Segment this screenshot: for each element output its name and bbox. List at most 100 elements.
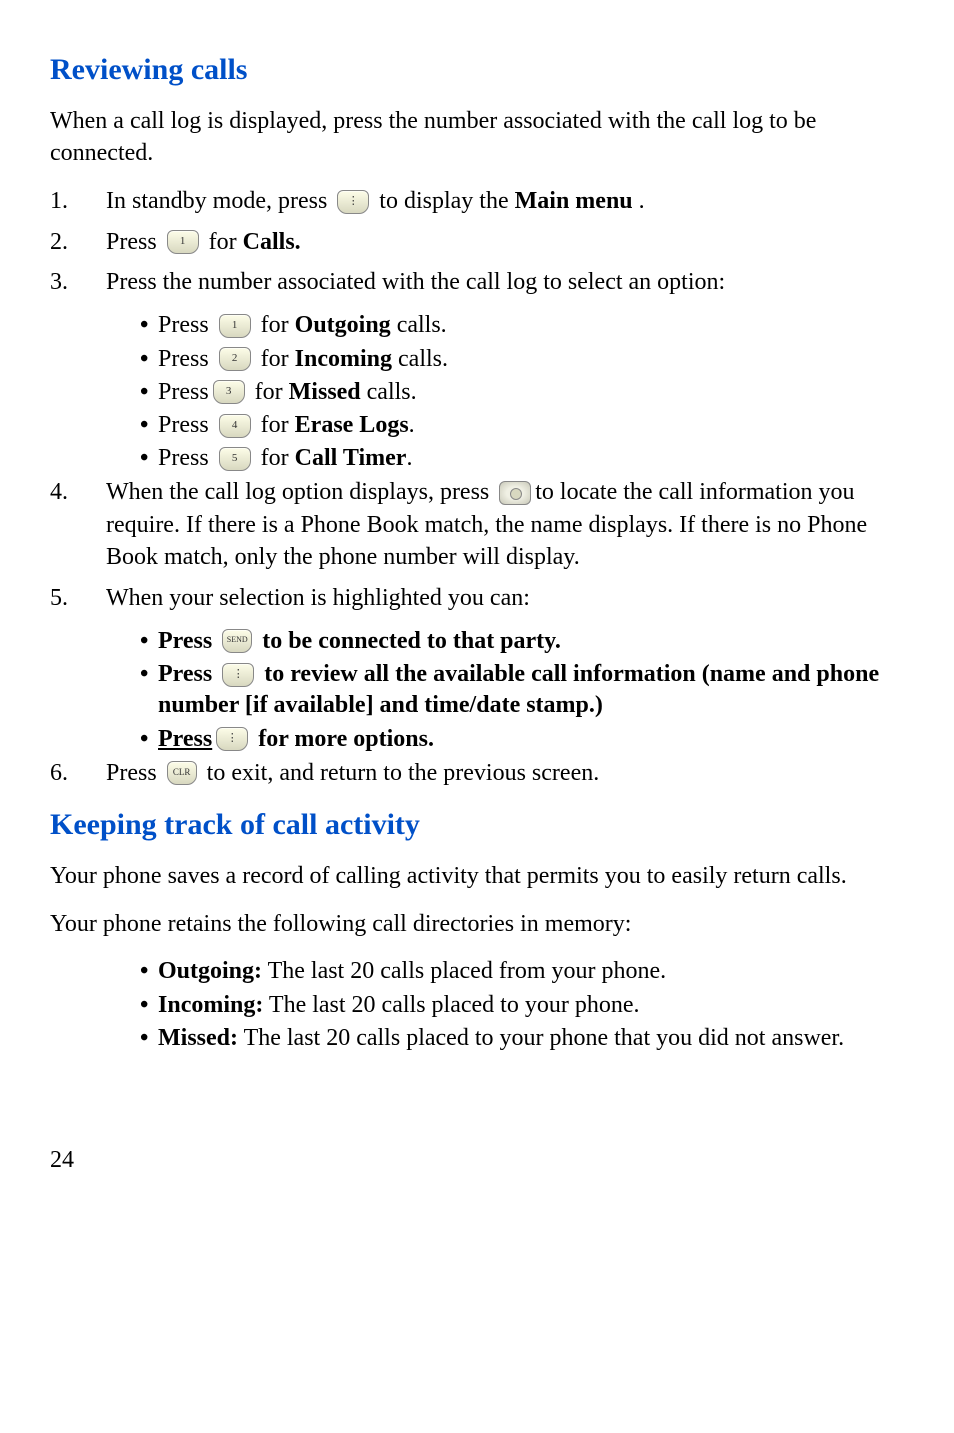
step-number: 4. xyxy=(50,476,106,508)
label: Outgoing: xyxy=(158,958,262,984)
text: for xyxy=(255,312,295,338)
text: to exit, and return to the previous scre… xyxy=(201,760,600,786)
directory-incoming: • Incoming: The last 20 calls placed to … xyxy=(140,990,914,1021)
step-number: 1. xyxy=(50,185,106,217)
heading-keeping-track: Keeping track of call activity xyxy=(50,805,914,846)
paragraph: Your phone saves a record of calling act… xyxy=(50,860,914,892)
directories-list: • Outgoing: The last 20 calls placed fro… xyxy=(140,956,914,1054)
directory-missed: • Missed: The last 20 calls placed to yo… xyxy=(140,1023,914,1054)
step-number: 2. xyxy=(50,226,106,258)
label: Missed xyxy=(289,379,361,405)
steps-list-end: 6. Press CLR to exit, and return to the … xyxy=(50,757,914,789)
step-number: 3. xyxy=(50,266,106,298)
key-4-icon: 4 xyxy=(219,414,251,438)
text: Press xyxy=(158,346,215,372)
bullet-icon: • xyxy=(140,956,158,987)
text: for xyxy=(249,379,289,405)
step-6: 6. Press CLR to exit, and return to the … xyxy=(50,757,914,789)
step5-options: • Press SEND to be connected to that par… xyxy=(140,626,914,755)
text: to review all the available call informa… xyxy=(158,661,879,718)
text: for xyxy=(255,412,295,438)
option-more: • Press⋮ for more options. xyxy=(140,724,914,755)
option-outgoing: • Press 1 for Outgoing calls. xyxy=(140,310,914,341)
key-2-icon: 2 xyxy=(219,347,251,371)
key-3-icon: 3 xyxy=(213,380,245,404)
text: Press xyxy=(158,628,218,654)
bullet-icon: • xyxy=(140,724,158,755)
steps-list: 1. In standby mode, press ⋮ to display t… xyxy=(50,185,914,298)
step-5: 5. When your selection is highlighted yo… xyxy=(50,582,914,614)
heading-reviewing-calls: Reviewing calls xyxy=(50,50,914,91)
text: Press xyxy=(158,412,215,438)
step-2: 2. Press 1 for Calls. xyxy=(50,226,914,258)
bullet-icon: • xyxy=(140,1023,158,1054)
menu-key-icon: ⋮ xyxy=(222,663,254,687)
text: calls. xyxy=(392,346,448,372)
text: . xyxy=(406,445,412,471)
text: In standby mode, press xyxy=(106,188,333,214)
directory-outgoing: • Outgoing: The last 20 calls placed fro… xyxy=(140,956,914,987)
text: . xyxy=(639,188,645,214)
nav-key-icon xyxy=(499,481,531,505)
step-4: 4. When the call log option displays, pr… xyxy=(50,476,914,573)
label-calls: Calls. xyxy=(243,229,301,255)
clr-key-icon: CLR xyxy=(167,761,197,785)
menu-key-icon: ⋮ xyxy=(337,190,369,214)
option-call-timer: • Press 5 for Call Timer. xyxy=(140,443,914,474)
paragraph: Your phone retains the following call di… xyxy=(50,908,914,940)
bullet-icon: • xyxy=(140,626,158,657)
text: Press xyxy=(158,379,209,405)
text: . xyxy=(409,412,415,438)
text: to display the xyxy=(379,188,514,214)
label: Erase Logs xyxy=(295,412,409,438)
label-main-menu: Main menu xyxy=(515,188,633,214)
text: for xyxy=(255,346,295,372)
text: The last 20 calls placed from your phone… xyxy=(262,958,666,984)
step3-options: • Press 1 for Outgoing calls. • Press 2 … xyxy=(140,310,914,474)
text: Press xyxy=(158,312,215,338)
text: Press xyxy=(158,445,215,471)
send-key-icon: SEND xyxy=(222,629,252,653)
key-1-icon: 1 xyxy=(167,230,199,254)
text: Press xyxy=(106,760,163,786)
option-review: • Press ⋮ to review all the available ca… xyxy=(140,659,914,721)
text: for xyxy=(209,229,243,255)
text: calls. xyxy=(391,312,447,338)
option-missed: • Press3 for Missed calls. xyxy=(140,377,914,408)
bullet-icon: • xyxy=(140,443,158,474)
key-1-icon: 1 xyxy=(219,314,251,338)
text: The last 20 calls placed to your phone t… xyxy=(238,1025,844,1051)
label: Missed: xyxy=(158,1025,238,1051)
intro-paragraph: When a call log is displayed, press the … xyxy=(50,105,914,170)
bullet-icon: • xyxy=(140,310,158,341)
steps-list-continued: 4. When the call log option displays, pr… xyxy=(50,476,914,614)
label: Outgoing xyxy=(295,312,391,338)
label: Incoming: xyxy=(158,992,263,1018)
text: Press xyxy=(106,229,163,255)
text: for more options. xyxy=(252,726,434,752)
text: Press the number associated with the cal… xyxy=(106,266,914,298)
page-number: 24 xyxy=(50,1144,914,1176)
step-3: 3. Press the number associated with the … xyxy=(50,266,914,298)
option-erase-logs: • Press 4 for Erase Logs. xyxy=(140,410,914,441)
key-5-icon: 5 xyxy=(219,447,251,471)
text: When your selection is highlighted you c… xyxy=(106,582,914,614)
bullet-icon: • xyxy=(140,990,158,1021)
label: Call Timer xyxy=(295,445,407,471)
label: Incoming xyxy=(295,346,392,372)
step-number: 5. xyxy=(50,582,106,614)
text: The last 20 calls placed to your phone. xyxy=(263,992,639,1018)
option-incoming: • Press 2 for Incoming calls. xyxy=(140,344,914,375)
text: Press xyxy=(158,726,212,752)
step-1: 1. In standby mode, press ⋮ to display t… xyxy=(50,185,914,217)
menu-key-icon: ⋮ xyxy=(216,727,248,751)
option-connect: • Press SEND to be connected to that par… xyxy=(140,626,914,657)
text: Press xyxy=(158,661,218,687)
bullet-icon: • xyxy=(140,377,158,408)
text: to be connected to that party. xyxy=(256,628,561,654)
bullet-icon: • xyxy=(140,410,158,441)
step-number: 6. xyxy=(50,757,106,789)
text: calls. xyxy=(361,379,417,405)
bullet-icon: • xyxy=(140,659,158,690)
text: When the call log option displays, press xyxy=(106,479,495,505)
